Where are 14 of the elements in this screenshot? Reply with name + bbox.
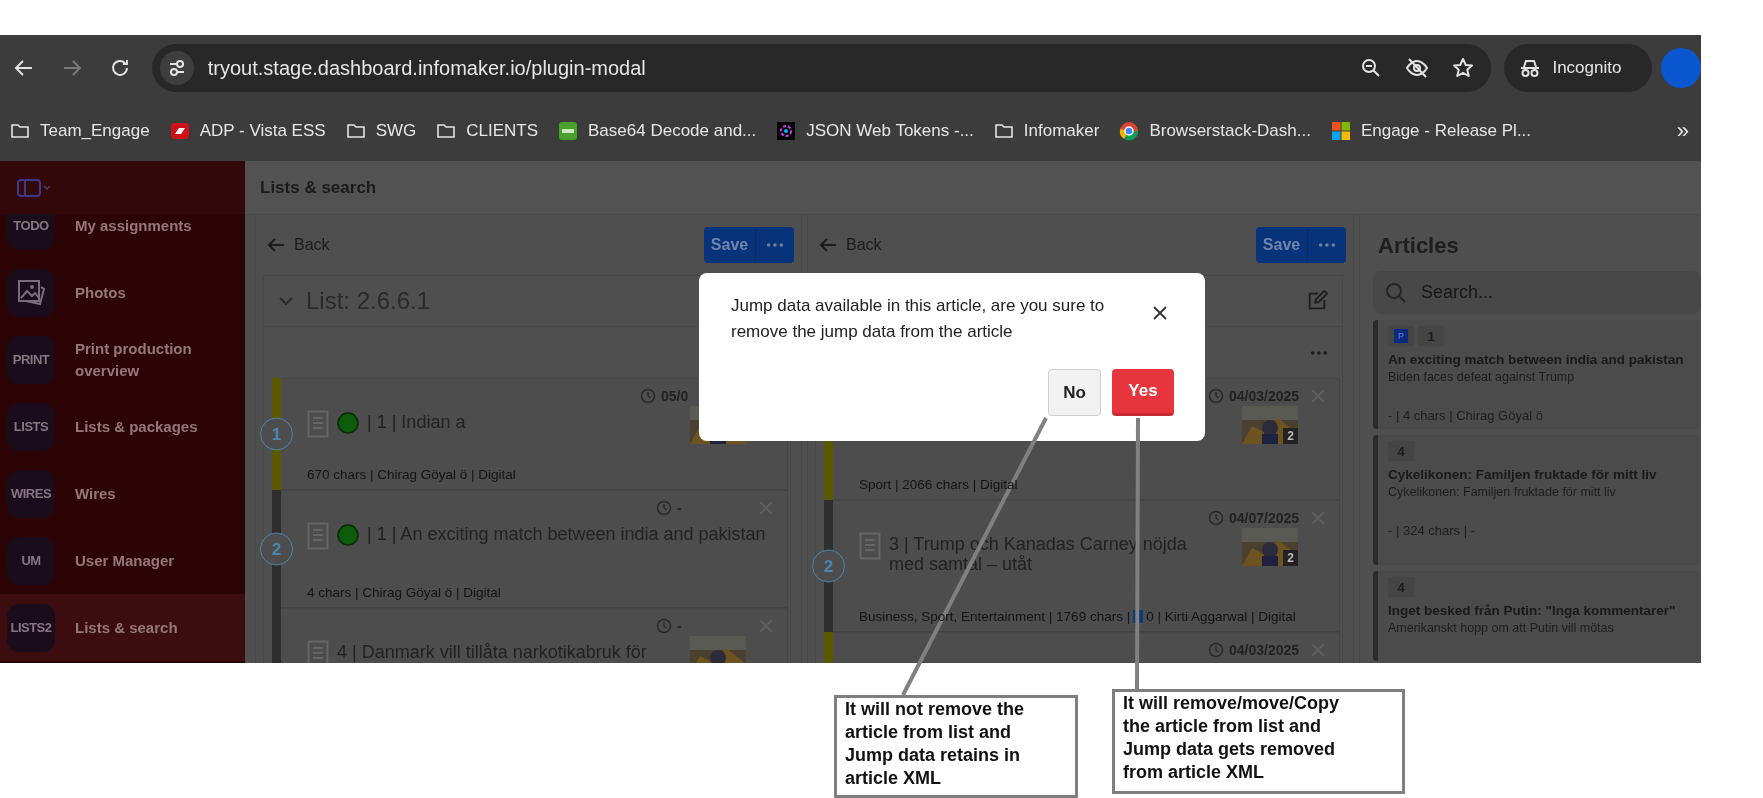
article-meta: Business, Sport, Entertainment | 1769 chars | xyxy=(859,609,1131,625)
image-count: 2 xyxy=(1283,550,1298,566)
article-meta: 4 chars | Chirag Göyal ö | Digital xyxy=(307,585,501,601)
date-text: - xyxy=(677,618,682,634)
date-text: - xyxy=(677,500,682,516)
annotation-box: It will remove/move/Copy the article from list and Jump data gets removed from article XML xyxy=(1112,689,1405,794)
dialog-message: Jump data available in this article, are you sure to remove the jump data from the article xyxy=(731,295,1106,343)
print-tag: P xyxy=(1388,326,1414,346)
article-meta: Sport | 2066 chars | Digital xyxy=(859,477,1018,493)
article-meta: 0 | Kirti Aggarwal | Digital xyxy=(1146,609,1296,625)
url-text: tryout.stage.dashboard.infomaker.io/plugin-modal xyxy=(207,56,647,80)
article-meta: 670 chars | Chirag Göyal ö | Digital xyxy=(307,467,516,483)
annotation-box: It will not remove the article from list and Jump data retains in article XML xyxy=(834,695,1078,798)
image-count: 2 xyxy=(1283,428,1298,444)
